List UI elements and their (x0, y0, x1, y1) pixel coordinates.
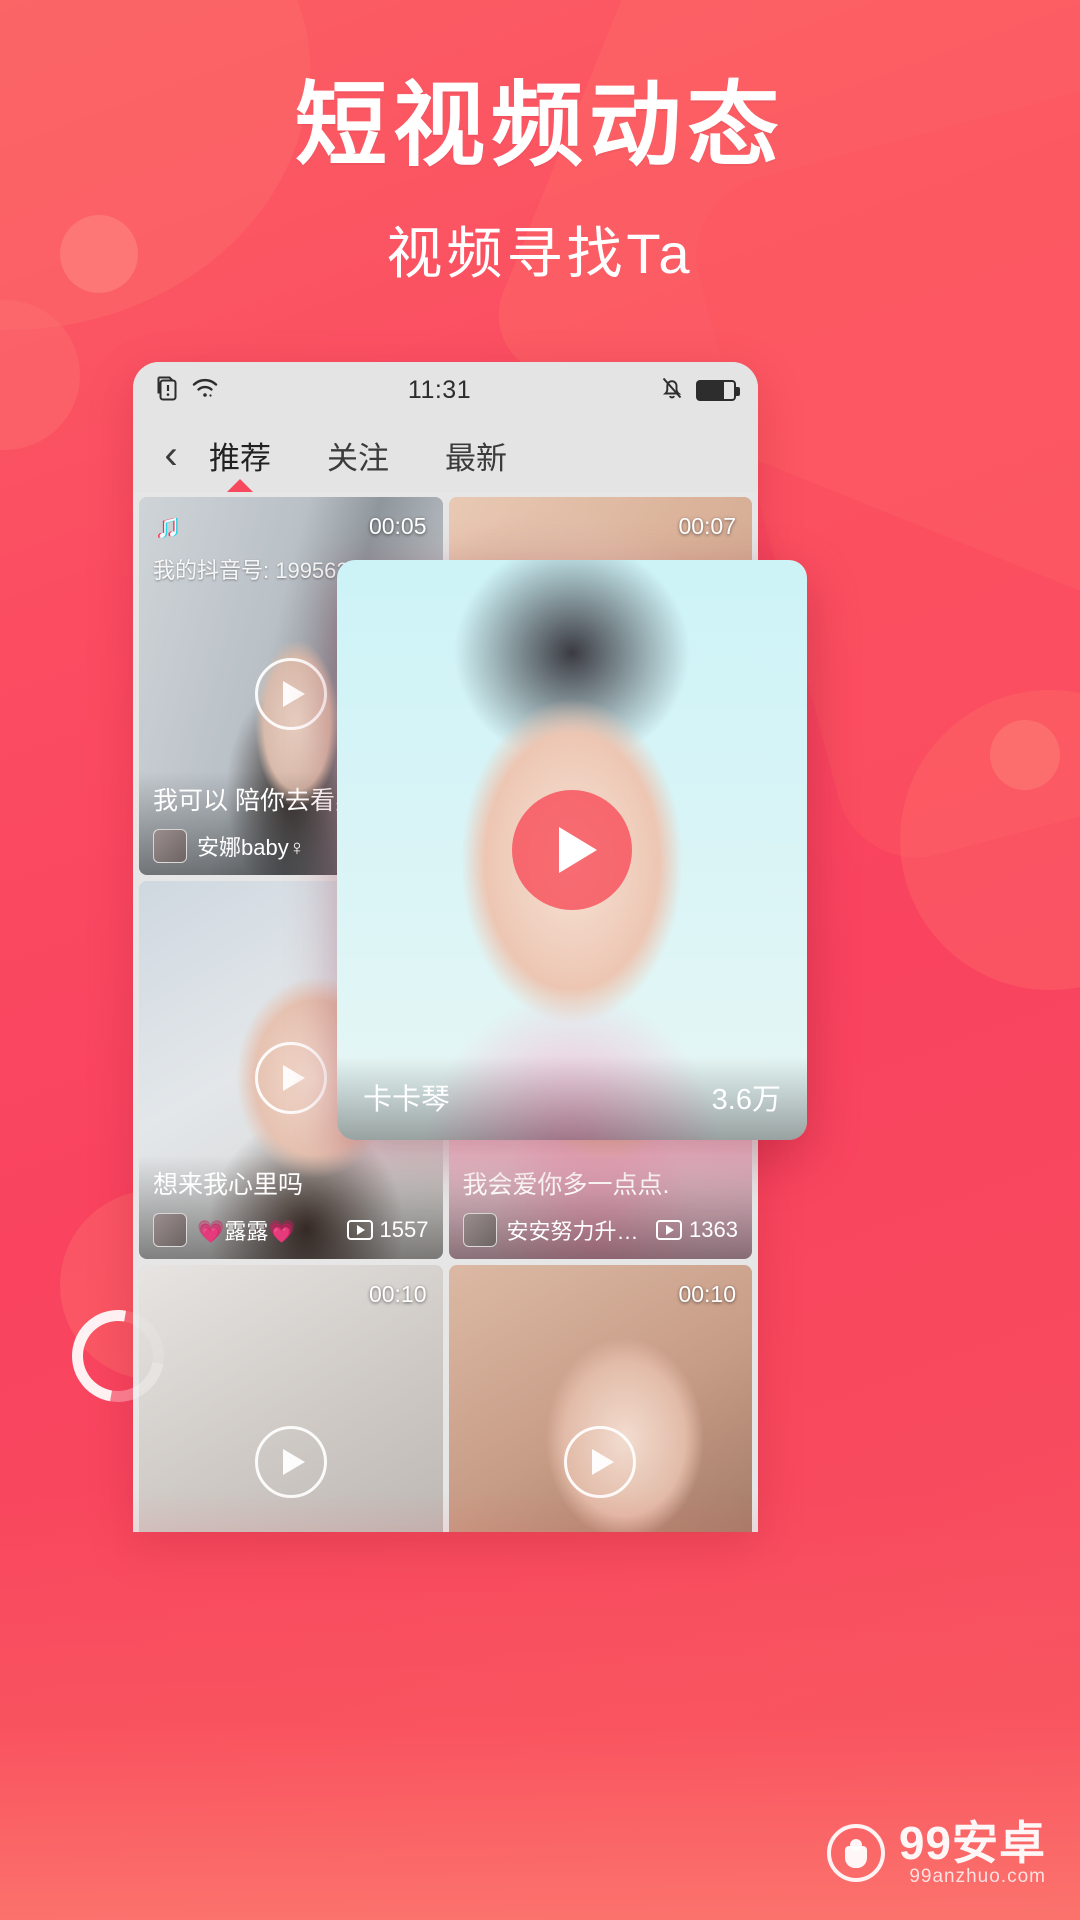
play-icon[interactable] (254, 1425, 327, 1498)
featured-video-caption: 卡卡琴 3.6万 (337, 1056, 807, 1140)
avatar (153, 1213, 187, 1247)
video-view-count: 1557 (346, 1217, 429, 1243)
video-caption: 想来我心里吗 💗露露💗 1557 (139, 1155, 443, 1259)
tab-recommend[interactable]: 推荐 (209, 433, 271, 492)
video-meta-row: 💗露露💗 1557 (153, 1213, 429, 1247)
featured-video-card[interactable]: 卡卡琴 3.6万 (337, 560, 807, 1140)
video-duration: 00:10 (368, 1281, 427, 1307)
play-icon[interactable] (512, 790, 632, 910)
site-watermark-title: 99安卓 (898, 1816, 1046, 1869)
featured-video-username: 卡卡琴 (363, 1084, 451, 1116)
99anzhuo-logo-icon (826, 1823, 885, 1882)
tab-following[interactable]: 关注 (327, 433, 389, 478)
status-bar-right (660, 375, 740, 406)
video-duration: 00:07 (678, 513, 736, 539)
play-icon[interactable] (564, 1425, 637, 1498)
back-chevron-icon[interactable]: ‹ (133, 435, 209, 475)
video-duration: 00:10 (678, 1281, 736, 1307)
play-count-icon (346, 1220, 373, 1240)
watermark-account-text: 我的抖音号: 1995628. (153, 558, 367, 583)
tab-list: 推荐 关注 最新 (209, 433, 507, 492)
featured-video-views: 3.6万 (711, 1084, 781, 1116)
promo-subheadline: 视频寻找Ta (386, 222, 694, 285)
status-bar-clock: 11:31 (407, 375, 472, 404)
video-title: 想来我心里吗 (153, 1171, 304, 1199)
video-caption: 我会爱你多一点点. 安安努力升五冠! 1363 (448, 1155, 752, 1259)
tab-label: 推荐 (209, 440, 271, 476)
wifi-icon (191, 376, 219, 405)
bell-off-icon (660, 375, 684, 406)
tab-active-indicator (227, 478, 253, 492)
avatar (462, 1213, 497, 1247)
tab-latest[interactable]: 最新 (445, 433, 507, 478)
battery-icon (696, 379, 740, 401)
video-meta-row: 安安努力升五冠! 1363 (462, 1213, 738, 1247)
video-duration: 00:05 (368, 513, 427, 539)
status-bar-left (155, 375, 219, 406)
video-title: 我会爱你多一点点. (462, 1171, 670, 1199)
tiktok-note-icon: ♫ (155, 507, 181, 545)
avatar (153, 829, 187, 863)
background-blob (0, 300, 80, 450)
play-icon[interactable] (254, 657, 327, 730)
promo-poster: 短视频动态 视频寻找Ta 11:31 ‹ 推荐 关注 最新 ♫ 我的抖音号: 1… (0, 0, 1080, 1920)
video-username: 💗露露💗 (197, 1219, 296, 1244)
site-watermark-url: 99anzhuo.com (909, 1865, 1046, 1887)
video-username: 安安努力升五冠! (506, 1219, 647, 1244)
play-count-icon (656, 1220, 683, 1240)
video-view-count: 1363 (656, 1217, 738, 1243)
video-view-number: 1557 (379, 1217, 429, 1242)
site-watermark: 99安卓 99anzhuo.com (826, 1816, 1046, 1887)
play-icon[interactable] (254, 1041, 327, 1114)
site-watermark-text: 99安卓 99anzhuo.com (898, 1816, 1046, 1887)
status-bar: 11:31 (133, 362, 758, 418)
sim-card-icon (155, 375, 179, 406)
promo-headline: 短视频动态 (294, 75, 785, 177)
video-view-number: 1363 (689, 1217, 738, 1242)
nav-tab-bar: ‹ 推荐 关注 最新 (133, 418, 758, 492)
